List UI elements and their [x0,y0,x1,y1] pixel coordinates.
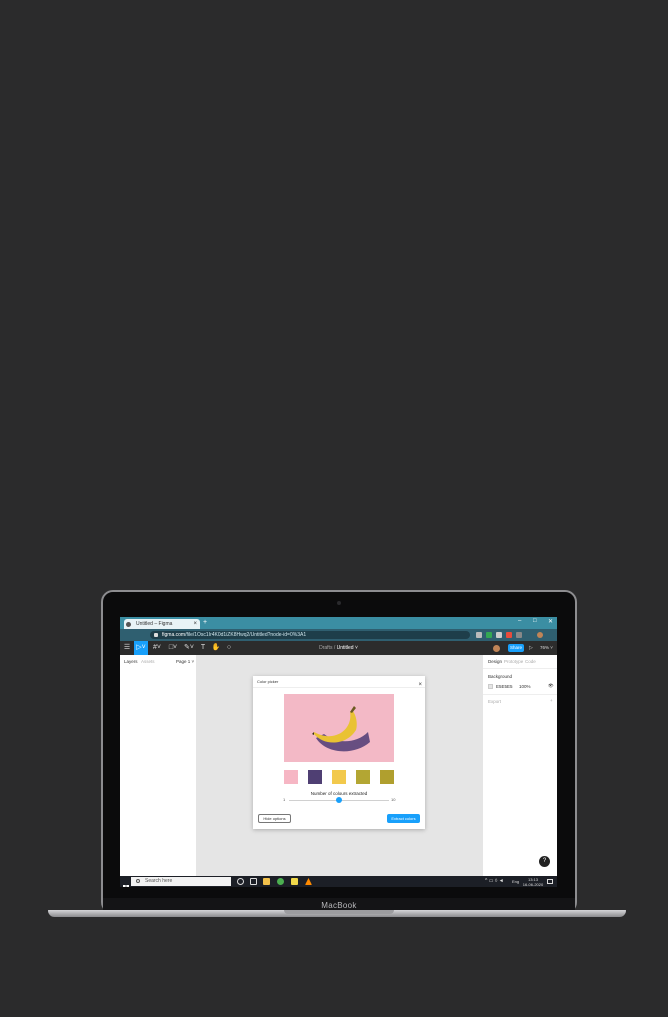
color-swatch[interactable] [284,770,298,784]
tab-close-icon[interactable]: × [193,619,197,629]
layers-panel: Layers Assets Page 1 ˅ [120,655,197,876]
bg-opacity-input[interactable]: 100% [519,684,531,689]
eye-icon[interactable]: 👁 [548,683,554,689]
tab-layers[interactable]: Layers [124,659,138,664]
chrome-icon[interactable] [277,878,284,885]
color-swatch[interactable] [308,770,322,784]
slider-max: 10 [391,797,396,802]
design-panel: Design Prototype Code Background E5E5E5 … [482,655,557,876]
divider [483,668,557,669]
tab-title: Untitled – Figma [136,621,173,627]
zoom-menu[interactable]: 76% ˅ [540,644,553,652]
banana-image [312,706,370,752]
minimize-button[interactable]: – [518,618,521,624]
divider [253,687,425,688]
clock-date: 16-06-2020 [522,882,544,887]
close-icon[interactable]: × [418,682,422,688]
color-swatch[interactable] [356,770,370,784]
tray-icons[interactable]: ^ ▭ ◊ ◄ [485,877,504,886]
brand-label: MacBook [321,901,357,910]
tab-prototype[interactable]: Prototype [504,659,523,664]
breadcrumb-drafts[interactable]: Drafts [319,645,332,651]
file-explorer-icon[interactable] [263,878,270,885]
windows-start-icon[interactable] [123,878,129,887]
hide-options-button[interactable]: Hide options [258,814,291,823]
screen: Untitled – Figma × + – □ ✕ figma.com/fil… [120,617,557,887]
extension-icon[interactable] [506,632,512,638]
close-window-button[interactable]: ✕ [548,618,553,625]
notifications-icon[interactable] [547,879,553,884]
language-indicator[interactable]: Eng [512,877,519,886]
section-background: Background [488,674,513,679]
help-button[interactable]: ? [539,856,550,867]
sticky-notes-icon[interactable] [291,878,298,885]
add-export-icon[interactable]: + [550,698,553,703]
task-view-icon[interactable] [250,878,257,885]
slider-min: 1 [283,797,286,802]
url-path: /file/1Osc1Ir4K0d1iZK8Hwq2/Untitled?node… [185,632,307,638]
taskbar-search[interactable]: Search here [131,877,231,886]
extension-icon[interactable] [516,632,522,638]
slider-thumb[interactable] [336,797,342,803]
file-name[interactable]: Untitled ˅ [337,645,358,651]
present-icon[interactable]: ▷ [529,644,533,652]
address-bar[interactable]: figma.com/file/1Osc1Ir4K0d1iZK8Hwq2/Unti… [150,631,470,639]
extension-icon[interactable] [496,632,502,638]
plugin-dialog: Color picker × Number of colours extract… [253,676,425,829]
page-selector[interactable]: Page 1 ˅ [176,659,194,664]
color-swatch[interactable] [332,770,346,784]
user-avatar[interactable] [493,645,500,652]
figma-favicon-icon [126,622,131,627]
profile-avatar[interactable] [537,632,543,638]
laptop-notch [284,910,394,914]
color-swatch[interactable] [380,770,394,784]
bg-hex-input[interactable]: E5E5E5 [496,684,513,689]
new-tab-button[interactable]: + [203,619,207,627]
plugin-title: Color picker [257,679,279,684]
tab-assets[interactable]: Assets [141,659,155,664]
browser-tab[interactable]: Untitled – Figma × [124,619,200,629]
url-domain: figma.com [162,632,186,638]
clock[interactable]: 13:13 16-06-2020 [522,877,544,887]
breadcrumb: Drafts / Untitled ˅ [120,641,557,655]
slider-label: Number of colours extracted [310,791,368,796]
image-preview [284,694,394,762]
cortana-icon[interactable] [237,878,244,885]
search-icon [136,879,140,883]
extension-icon[interactable] [476,632,482,638]
section-export: Export [488,699,502,704]
camera [337,601,341,605]
divider [483,694,557,695]
tab-design[interactable]: Design [488,659,502,664]
tab-code[interactable]: Code [525,659,536,664]
lock-icon [154,633,158,637]
share-button[interactable]: Share [508,644,524,652]
extension-icon[interactable] [486,632,492,638]
maximize-button[interactable]: □ [533,618,537,624]
extract-colors-button[interactable]: Extract colors [387,814,420,823]
color-swatch[interactable] [488,684,493,689]
search-placeholder: Search here [145,878,173,884]
